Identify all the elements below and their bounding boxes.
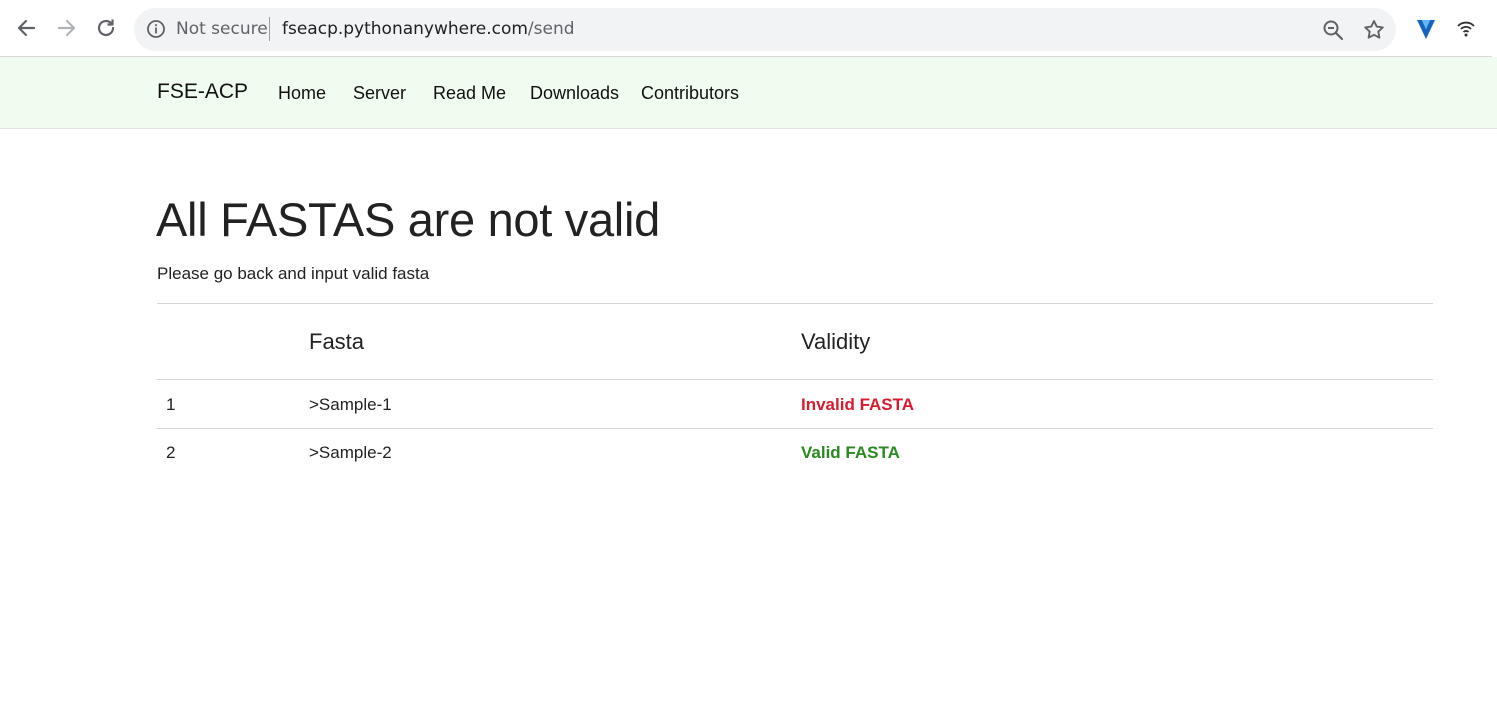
row-index: 2	[166, 443, 176, 462]
row-index: 1	[166, 395, 176, 414]
table-header-rule	[157, 379, 1433, 380]
url-path: /send	[527, 19, 575, 39]
row-validity-valid: Valid FASTA	[801, 443, 900, 462]
page-title: All FASTAS are not valid	[156, 193, 660, 246]
browser-toolbar: Not secure fseacp.pythonanywhere.com/sen…	[0, 0, 1497, 57]
window-edge	[1492, 20, 1497, 57]
forward-arrow-icon[interactable]	[54, 15, 80, 41]
header-validity: Validity	[801, 329, 871, 354]
url-host: fseacp.pythonanywhere.com	[282, 19, 528, 39]
nav-server[interactable]: Server	[353, 82, 406, 104]
site-navbar: FSE-ACP Home Server Read Me Downloads Co…	[0, 57, 1497, 129]
divider	[157, 303, 1433, 304]
row-fasta: >Sample-1	[309, 395, 392, 414]
reload-icon[interactable]	[93, 15, 119, 41]
omnibox-separator	[269, 17, 270, 41]
brand-link[interactable]: FSE-ACP	[157, 80, 248, 104]
nav-downloads[interactable]: Downloads	[530, 82, 619, 104]
nav-home[interactable]: Home	[278, 82, 326, 104]
url-text[interactable]: fseacp.pythonanywhere.com/send	[282, 19, 575, 39]
address-bar[interactable]: Not secure fseacp.pythonanywhere.com/sen…	[134, 8, 1396, 51]
page-subtitle: Please go back and input valid fasta	[157, 264, 430, 283]
header-fasta: Fasta	[309, 329, 365, 354]
back-arrow-icon[interactable]	[13, 15, 39, 41]
extension-v-icon[interactable]	[1414, 16, 1438, 42]
security-label[interactable]: Not secure	[176, 19, 268, 39]
row-fasta: >Sample-2	[309, 443, 392, 462]
zoom-icon[interactable]	[1322, 19, 1344, 41]
nav-read-me[interactable]: Read Me	[433, 82, 506, 104]
table-row-rule	[157, 428, 1433, 429]
extension-wifi-icon[interactable]	[1455, 18, 1477, 40]
info-icon[interactable]	[146, 19, 166, 39]
star-icon[interactable]	[1362, 18, 1386, 42]
nav-contributors[interactable]: Contributors	[641, 82, 739, 104]
row-validity-invalid: Invalid FASTA	[801, 395, 915, 414]
